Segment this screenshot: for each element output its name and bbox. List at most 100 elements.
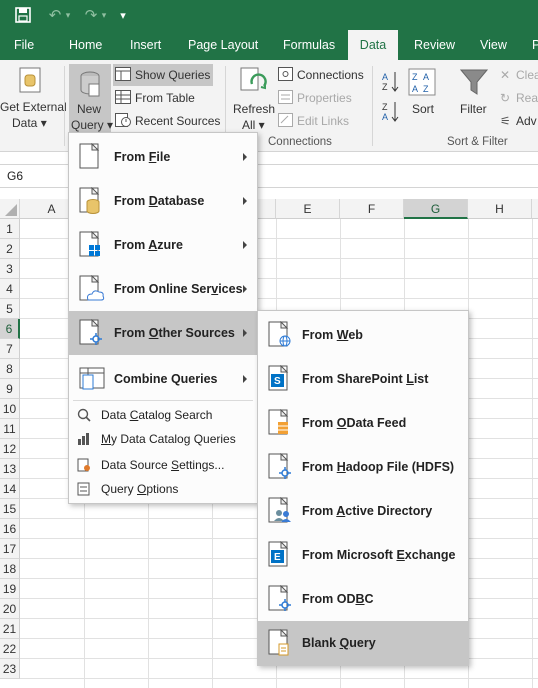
row-header[interactable]: 20 [0, 599, 20, 619]
column-header-g[interactable]: G [404, 199, 468, 219]
get-external-data-label[interactable]: Get External [0, 100, 67, 114]
svg-text:Z: Z [382, 82, 388, 92]
row-header[interactable]: 4 [0, 279, 20, 299]
access-key: H [336, 460, 346, 474]
tab-home[interactable]: Home [63, 30, 108, 60]
row-header[interactable]: 15 [0, 499, 20, 519]
row-header[interactable]: 12 [0, 439, 20, 459]
column-header-i[interactable] [532, 199, 538, 219]
from-hadoop-file-item[interactable]: From Hadoop File (HDFS) [258, 445, 468, 489]
new-query-button[interactable]: New Query ▾ [69, 64, 113, 134]
cloud-icon [79, 274, 107, 306]
from-active-directory-item[interactable]: From Active Directory [258, 489, 468, 533]
tab-review[interactable]: Review [408, 30, 461, 60]
data-source-settings-item[interactable]: Data Source Settings... [69, 453, 257, 477]
query-options-item[interactable]: Query Options [69, 477, 257, 501]
label-text: ist [413, 372, 429, 386]
from-odata-feed-item[interactable]: From OData Feed [258, 401, 468, 445]
save-icon[interactable] [12, 4, 34, 26]
other-sources-icon [79, 318, 107, 350]
column-header-e[interactable]: E [276, 199, 340, 219]
chevron-down-icon[interactable]: ▾ [62, 4, 74, 26]
label-text: Data [101, 408, 130, 422]
sort-descending-icon[interactable]: ZA [382, 100, 400, 125]
azure-icon [79, 230, 107, 262]
row-header[interactable]: 23 [0, 659, 20, 679]
label-text: Combine Queries [114, 372, 218, 386]
row-header[interactable]: 3 [0, 259, 20, 279]
row-header[interactable]: 13 [0, 459, 20, 479]
tab-page-layout[interactable]: Page Layout [182, 30, 264, 60]
get-external-data-label-2[interactable]: Data ▾ [12, 116, 47, 130]
menu-item-label: Blank Query [302, 636, 376, 650]
row-header[interactable]: 16 [0, 519, 20, 539]
chevron-down-icon[interactable]: ▾ [98, 4, 110, 26]
name-box[interactable]: G6 [0, 165, 70, 187]
access-key: A [336, 504, 346, 518]
from-online-services-item[interactable]: From Online Services [69, 267, 257, 311]
edit-links-button[interactable]: Edit Links [297, 114, 349, 128]
reapply-button[interactable]: Reap [516, 91, 538, 105]
from-other-sources-item[interactable]: From Other Sources [69, 311, 257, 355]
sort-ascending-icon[interactable]: AZ [382, 70, 400, 95]
row-header[interactable]: 14 [0, 479, 20, 499]
chevron-right-icon [243, 375, 247, 383]
tab-data[interactable]: Data [348, 30, 398, 60]
row-header[interactable]: 19 [0, 579, 20, 599]
blank-query-item[interactable]: Blank Query [258, 621, 468, 665]
column-header-h[interactable]: H [468, 199, 532, 219]
connections-button[interactable]: Connections [297, 68, 364, 82]
blank-query-icon [268, 628, 296, 660]
row-header[interactable]: 18 [0, 559, 20, 579]
properties-button[interactable]: Properties [297, 91, 352, 105]
row-header[interactable]: 10 [0, 399, 20, 419]
row-header[interactable]: 2 [0, 239, 20, 259]
tab-formulas[interactable]: Formulas [277, 30, 341, 60]
from-file-item[interactable]: From File [69, 135, 257, 179]
database-icon [79, 186, 107, 218]
row-header[interactable]: 1 [0, 219, 20, 239]
sort-icon: ZAAZ [408, 68, 436, 99]
row-header[interactable]: 7 [0, 339, 20, 359]
row-header[interactable]: 8 [0, 359, 20, 379]
recent-sources-button[interactable]: Recent Sources [135, 114, 220, 128]
customize-quick-access-icon[interactable]: ▾ [112, 4, 134, 26]
my-data-catalog-queries-item[interactable]: My Data Catalog Queries [69, 427, 257, 451]
tab-file[interactable]: File [8, 30, 40, 60]
filter-button[interactable]: Filter [460, 102, 487, 116]
from-microsoft-exchange-item[interactable]: E From Microsoft Exchange [258, 533, 468, 577]
clear-button[interactable]: Clea [516, 68, 538, 82]
menu-item-label: Combine Queries [114, 372, 218, 386]
data-catalog-search-item[interactable]: Data Catalog Search [69, 403, 257, 427]
column-header-f[interactable]: F [340, 199, 404, 219]
row-header[interactable]: 22 [0, 639, 20, 659]
row-header[interactable]: 11 [0, 419, 20, 439]
menu-item-label: From Hadoop File (HDFS) [302, 460, 454, 474]
row-header[interactable]: 6 [0, 319, 20, 339]
tab-insert[interactable]: Insert [124, 30, 167, 60]
label-text: xchange [404, 548, 456, 562]
refresh-all-label-2[interactable]: All ▾ [242, 118, 265, 132]
from-azure-item[interactable]: From Azure [69, 223, 257, 267]
row-header[interactable]: 9 [0, 379, 20, 399]
from-database-item[interactable]: From Database [69, 179, 257, 223]
chevron-right-icon [243, 329, 247, 337]
from-sharepoint-list-item[interactable]: S From SharePoint List [258, 357, 468, 401]
row-header[interactable]: 5 [0, 299, 20, 319]
from-table-button[interactable]: From Table [135, 91, 195, 105]
select-all-corner[interactable] [0, 199, 20, 219]
tab-view[interactable]: View [474, 30, 513, 60]
refresh-all-text: All [242, 118, 256, 132]
tab-overflow[interactable]: P [526, 30, 538, 60]
from-web-item[interactable]: From Web [258, 313, 468, 357]
row-header[interactable]: 17 [0, 539, 20, 559]
combine-queries-item[interactable]: Combine Queries [69, 357, 257, 401]
advanced-button[interactable]: Adv [516, 114, 537, 128]
label-text: atalog Search [138, 408, 213, 422]
row-header[interactable]: 21 [0, 619, 20, 639]
refresh-icon [238, 66, 268, 99]
refresh-all-label[interactable]: Refresh [233, 102, 275, 116]
gridline [20, 678, 538, 679]
from-odbc-item[interactable]: From ODBC [258, 577, 468, 621]
sort-button[interactable]: Sort [412, 102, 434, 116]
